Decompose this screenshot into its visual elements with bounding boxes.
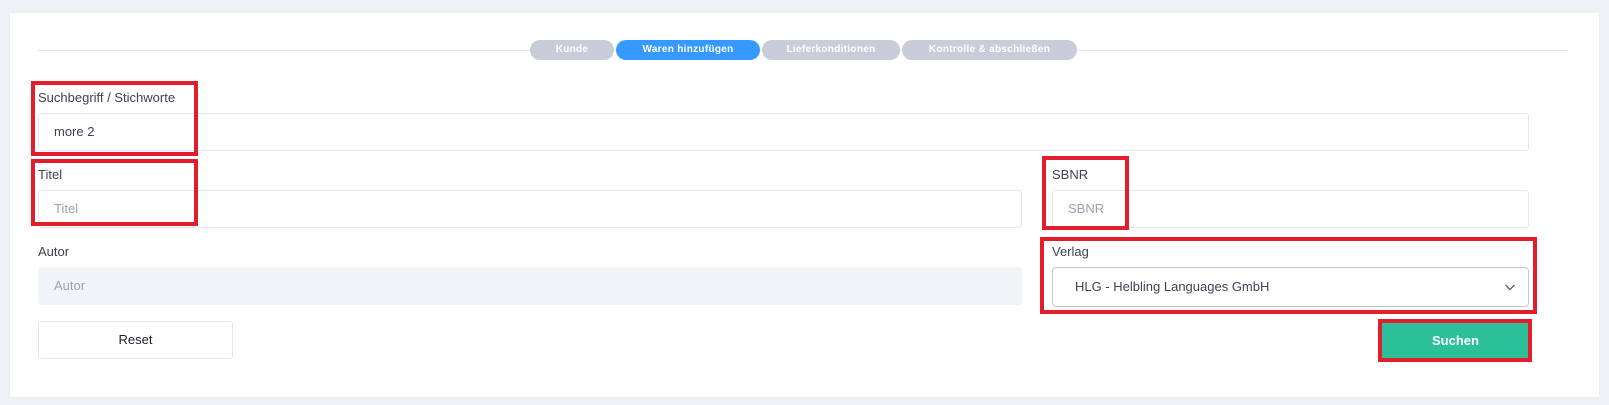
publisher-label: Verlag <box>1052 244 1089 259</box>
sbnr-input[interactable]: SBNR <box>1052 190 1529 228</box>
search-input[interactable]: more 2 <box>38 113 1529 151</box>
title-label: Titel <box>38 167 63 182</box>
publisher-selected-value: HLG - Helbling Languages GmbH <box>1075 279 1270 294</box>
reset-button[interactable]: Reset <box>38 321 233 359</box>
publisher-select[interactable]: HLG - Helbling Languages GmbH <box>1052 267 1529 307</box>
step-kunde[interactable]: Kunde <box>530 40 614 60</box>
sbnr-label: SBNR <box>1052 167 1089 182</box>
stepper: Kunde Waren hinzufügen Lieferkonditionen… <box>530 40 1077 60</box>
step-waren-hinzufuegen[interactable]: Waren hinzufügen <box>616 40 760 60</box>
search-label: Suchbegriff / Stichworte <box>38 90 176 105</box>
author-input[interactable]: Autor <box>38 267 1022 305</box>
author-label: Autor <box>38 244 70 259</box>
search-button[interactable]: Suchen <box>1382 322 1529 359</box>
step-lieferkonditionen[interactable]: Lieferkonditionen <box>762 40 900 60</box>
title-input[interactable]: Titel <box>38 190 1022 228</box>
step-kontrolle-abschliessen[interactable]: Kontrolle & abschließen <box>902 40 1077 60</box>
chevron-down-icon <box>1505 284 1515 291</box>
